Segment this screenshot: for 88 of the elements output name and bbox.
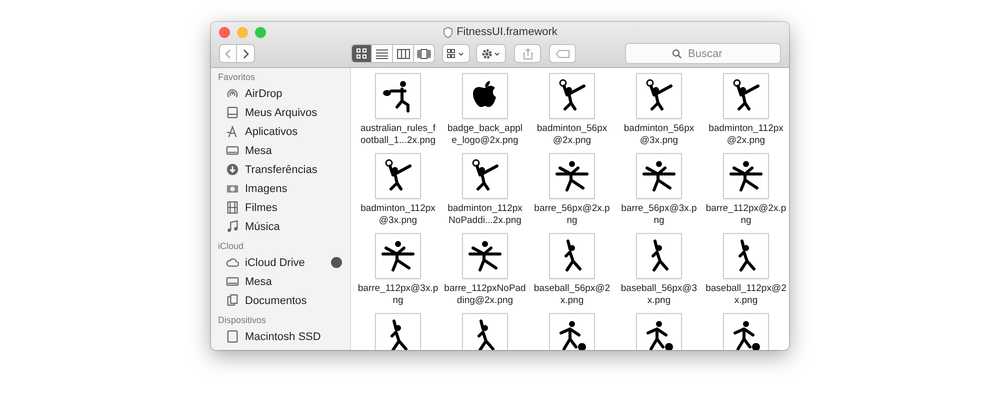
file-name: badminton_56px @2x.png: [536, 123, 608, 147]
file-name: badminton_112px @3x.png: [360, 203, 436, 227]
forward-button[interactable]: [237, 44, 255, 63]
search-field[interactable]: Buscar: [625, 43, 781, 64]
sidebar-item[interactable]: Transferências: [245, 164, 318, 176]
file-thumbnail[interactable]: [550, 314, 594, 350]
gear-dropdown-icon: [481, 48, 501, 60]
sidebar-item[interactable]: Filmes: [245, 202, 278, 214]
file-name: barre_56px@3x.p ng: [621, 203, 697, 227]
sidebar-heading: Dispositivos: [218, 314, 268, 327]
file-thumbnail[interactable]: [376, 74, 420, 118]
barre-dancer-icon: [729, 159, 763, 193]
apps-icon: [226, 125, 239, 138]
sidebar-heading: iCloud: [218, 240, 245, 253]
columns-view-button[interactable]: [393, 44, 414, 63]
film-icon: [226, 201, 239, 214]
sidebar-item[interactable]: Imagens: [245, 182, 288, 194]
file-thumbnail[interactable]: [724, 234, 768, 278]
sidebar-item[interactable]: Mesa: [245, 276, 272, 288]
list-icon: [376, 48, 388, 58]
chevron-right-icon: [242, 48, 248, 58]
file-thumbnail[interactable]: [637, 154, 681, 198]
list-view-button[interactable]: [372, 44, 393, 63]
sidebar-item[interactable]: Meus Arquivos: [245, 106, 318, 118]
file-name: badminton_112px NoPaddi...2x.png: [448, 203, 522, 227]
desktop-icon: [226, 275, 239, 288]
file-name: barre_112px@3x.p ng: [358, 283, 438, 307]
sidebar-item[interactable]: iCloud Drive: [245, 256, 305, 268]
sidebar-item[interactable]: Documentos: [245, 294, 307, 306]
search-input[interactable]: Buscar: [686, 46, 734, 60]
file-thumbnail[interactable]: [724, 74, 768, 118]
search-icon: [672, 48, 682, 58]
barre-dancer-icon: [642, 159, 676, 193]
file-name: baseball_56px@3 x.png: [620, 283, 698, 307]
file-name: barre_112pxNoPad ding@2x.png: [444, 283, 526, 307]
file-thumbnail[interactable]: [376, 314, 420, 350]
sidebar-item[interactable]: Mesa: [245, 144, 272, 156]
sidebar-heading: Favoritos: [218, 71, 256, 84]
settings-button[interactable]: [476, 44, 506, 63]
columns-icon: [396, 48, 410, 58]
file-name: badge_back_appl e_logo@2x.png: [447, 123, 522, 147]
desktop-icon: [226, 144, 239, 157]
file-thumbnail[interactable]: [550, 154, 594, 198]
file-thumbnail[interactable]: [550, 234, 594, 278]
file-thumbnail[interactable]: [637, 74, 681, 118]
icon-grid-icon: [356, 48, 367, 59]
download-icon: [226, 163, 239, 176]
file-name: badminton_112px @2x.png: [708, 123, 784, 147]
file-name: barre_56px@2x.p ng: [534, 203, 610, 227]
file-thumbnail[interactable]: [637, 234, 681, 278]
cloud-icon: [226, 256, 239, 269]
file-name: australian_rules_f ootball_1...2x.png: [360, 123, 436, 147]
airdrop-icon: [226, 87, 239, 100]
file-thumbnail[interactable]: [376, 234, 420, 278]
file-name: barre_112px@2x.p ng: [706, 203, 786, 227]
shield-icon: [442, 26, 453, 38]
close-button[interactable]: [219, 26, 230, 38]
file-cabinet-icon: [226, 106, 239, 119]
chevron-left-icon: [225, 48, 231, 58]
file-thumbnail[interactable]: [550, 74, 594, 118]
file-thumbnail[interactable]: [724, 154, 768, 198]
sidebar-item[interactable]: Macintosh SSD: [245, 330, 321, 342]
sidebar-item[interactable]: Música: [245, 220, 280, 232]
file-thumbnail[interactable]: [463, 154, 507, 198]
file-thumbnail[interactable]: [376, 154, 420, 198]
documents-icon: [226, 294, 239, 307]
file-thumbnail[interactable]: [463, 74, 507, 118]
cover-flow-icon: [417, 48, 431, 58]
file-name: baseball_56px@2 x.png: [534, 283, 610, 307]
sidebar-item[interactable]: AirDrop: [245, 88, 282, 100]
share-icon: [522, 48, 532, 60]
file-thumbnail[interactable]: [724, 314, 768, 350]
grid-dropdown-icon: [447, 48, 465, 58]
cover-view-button[interactable]: [414, 44, 435, 63]
file-thumbnail[interactable]: [637, 314, 681, 350]
barre-dancer-icon: [381, 239, 415, 273]
arrange-button[interactable]: [442, 44, 470, 63]
window-title: FitnessUI.framework: [456, 26, 558, 38]
file-thumbnail[interactable]: [463, 234, 507, 278]
barre-dancer-icon: [555, 159, 589, 193]
music-note-icon: [226, 220, 239, 233]
tag-icon: [556, 50, 570, 58]
sidebar-item[interactable]: Aplicativos: [245, 126, 298, 138]
file-thumbnail[interactable]: [463, 314, 507, 350]
file-name: badminton_56px @3x.png: [624, 123, 694, 147]
icons-view-button[interactable]: [351, 44, 372, 63]
file-name: baseball_112px@2 x.png: [706, 283, 786, 307]
barre-dancer-icon: [468, 239, 502, 273]
